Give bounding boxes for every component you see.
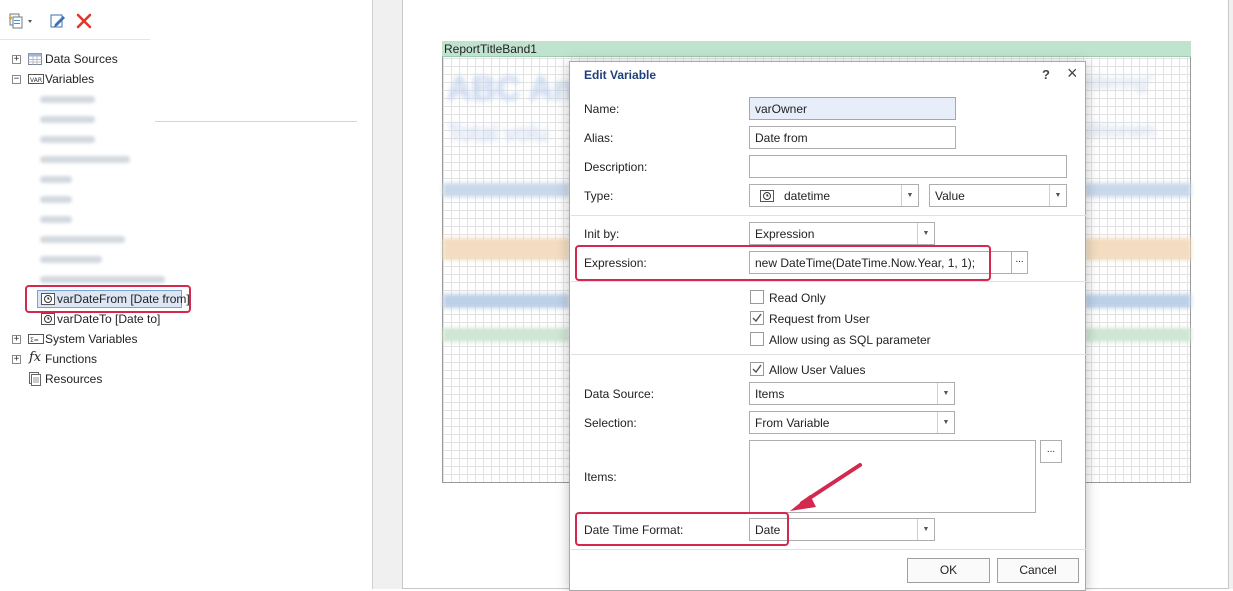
selection-value: From Variable xyxy=(755,416,830,430)
chevron-down-icon[interactable]: ▼ xyxy=(1049,185,1066,206)
type-value: datetime xyxy=(784,189,831,203)
resources-icon xyxy=(28,372,42,386)
name-label: Name: xyxy=(584,102,620,116)
annotation-highlight-var-date-from xyxy=(25,285,191,313)
dialog-title: Edit Variable xyxy=(584,68,657,82)
tree-label: Resources xyxy=(45,372,103,386)
separator xyxy=(571,215,1086,216)
chevron-down-icon[interactable]: ▼ xyxy=(917,223,934,244)
description-label: Description: xyxy=(584,160,648,174)
allow-sql-label: Allow using as SQL parameter xyxy=(769,333,931,347)
blurred-band xyxy=(443,328,569,342)
read-only-checkbox[interactable] xyxy=(750,290,764,304)
request-from-user-checkbox[interactable] xyxy=(750,311,764,325)
blurred-band xyxy=(1085,238,1191,260)
separator xyxy=(571,354,1086,355)
dictionary-panel: + Data Sources − VAR Variables varDateFr… xyxy=(0,0,373,589)
data-source-value: Items xyxy=(755,387,785,401)
blurred-band xyxy=(443,183,569,197)
selection-combo[interactable]: From Variable ▼ xyxy=(749,411,955,434)
allow-user-values-checkbox[interactable] xyxy=(750,362,764,376)
expression-editor-button[interactable]: ... xyxy=(1011,251,1028,274)
cancel-button[interactable]: Cancel xyxy=(997,558,1079,583)
type-mode-combo[interactable]: Value ▼ xyxy=(929,184,1067,207)
svg-text:VAR: VAR xyxy=(30,77,42,84)
blurred-band xyxy=(1085,294,1191,308)
selection-label: Selection: xyxy=(584,416,637,430)
checkmark-icon xyxy=(752,313,762,323)
tree-label: Data Sources xyxy=(45,52,118,66)
system-variables-icon: Σ= xyxy=(28,333,44,345)
type-combo[interactable]: datetime ▼ xyxy=(749,184,919,207)
type-mode-value: Value xyxy=(935,189,965,203)
table-icon xyxy=(28,53,42,65)
tree-label: varDateTo [Date to] xyxy=(57,312,161,326)
tree-label: Variables xyxy=(45,72,95,86)
function-icon: fx xyxy=(29,350,42,365)
read-only-label: Read Only xyxy=(769,291,826,305)
expand-icon[interactable]: + xyxy=(12,55,21,64)
expand-icon[interactable]: + xyxy=(12,335,21,344)
blurred-report-text: rdering" xyxy=(1085,72,1155,94)
clock-icon xyxy=(760,190,774,205)
annotation-highlight-expression xyxy=(575,245,991,281)
close-button[interactable]: × xyxy=(1067,63,1078,84)
alias-field[interactable]: Date from xyxy=(749,126,956,149)
checkmark-icon xyxy=(752,364,762,374)
chevron-down-icon[interactable]: ▼ xyxy=(917,519,934,540)
clock-icon xyxy=(41,313,55,325)
chevron-down-icon[interactable]: ▼ xyxy=(937,412,954,433)
allow-user-values-label: Allow User Values xyxy=(769,363,866,377)
blurred-band xyxy=(443,294,569,308)
blurred-band xyxy=(1085,328,1191,342)
toolbar-divider xyxy=(0,39,150,40)
data-source-combo[interactable]: Items ▼ xyxy=(749,382,955,405)
name-field[interactable]: varOwner xyxy=(749,97,956,120)
ok-button[interactable]: OK xyxy=(907,558,990,583)
annotation-highlight-date-time-format xyxy=(575,512,789,546)
description-field[interactable] xyxy=(749,155,1067,178)
blurred-report-subtitle: Total volu xyxy=(447,120,549,147)
new-item-dropdown-icon[interactable] xyxy=(8,12,32,30)
request-from-user-label: Request from User xyxy=(769,312,870,326)
init-by-value: Expression xyxy=(755,227,815,241)
help-button[interactable]: ? xyxy=(1042,67,1050,82)
collapse-icon[interactable]: − xyxy=(12,75,21,84)
svg-text:Σ=: Σ= xyxy=(30,337,39,344)
band-title[interactable]: ReportTitleBand1 xyxy=(442,41,1191,57)
expand-icon[interactable]: + xyxy=(12,355,21,364)
chevron-down-icon[interactable]: ▼ xyxy=(937,383,954,404)
annotation-arrow-icon xyxy=(790,463,862,511)
blurred-report-title: ABC An xyxy=(447,70,575,106)
init-by-combo[interactable]: Expression ▼ xyxy=(749,222,935,245)
blurred-band xyxy=(1085,183,1191,197)
chevron-down-icon[interactable]: ▼ xyxy=(901,185,918,206)
data-source-label: Data Source: xyxy=(584,387,655,401)
init-by-label: Init by: xyxy=(584,227,620,241)
blurred-report-text: ditionen xyxy=(1085,120,1156,142)
type-label: Type: xyxy=(584,189,614,203)
separator xyxy=(571,281,1086,282)
items-editor-button[interactable]: ... xyxy=(1040,440,1062,463)
variables-icon: VAR xyxy=(28,73,44,85)
blurred-band xyxy=(443,238,569,260)
edit-icon[interactable] xyxy=(49,12,67,30)
delete-icon[interactable] xyxy=(75,12,93,30)
alias-label: Alias: xyxy=(584,131,614,145)
separator xyxy=(571,549,1086,550)
allow-sql-checkbox[interactable] xyxy=(750,332,764,346)
items-label: Items: xyxy=(584,470,617,484)
tree-label: Functions xyxy=(45,352,98,366)
tree-label: System Variables xyxy=(45,332,138,346)
